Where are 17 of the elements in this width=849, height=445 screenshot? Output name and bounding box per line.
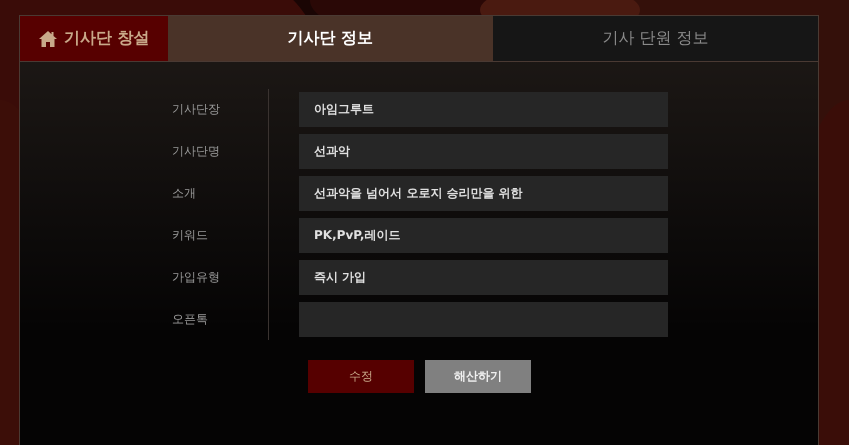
create-guild-tab[interactable]: 기사단 창설	[20, 16, 168, 61]
field-label: 가입유형	[171, 269, 221, 286]
input-field[interactable]: 선과악	[299, 134, 668, 169]
field-label: 오픈톡	[171, 311, 209, 328]
tab[interactable]: 기사 단원 정보	[492, 16, 818, 61]
home-icon	[38, 30, 58, 48]
field-label: 기사단장	[171, 101, 221, 118]
edit-button[interactable]: 수정	[308, 360, 414, 393]
input-field[interactable]: PK,PvP,레이드	[299, 218, 668, 253]
input-field[interactable]: 아임그루트	[299, 92, 668, 127]
field-label: 기사단명	[171, 143, 221, 160]
input-field[interactable]: 즉시 가입	[299, 260, 668, 295]
input-field[interactable]: 선과악을 넘어서 오로지 승리만을 위한	[299, 176, 668, 211]
field-label: 소개	[171, 185, 197, 202]
tab[interactable]: 기사단 정보	[168, 16, 493, 61]
input-field[interactable]	[299, 302, 668, 337]
field-label: 키워드	[171, 227, 209, 244]
